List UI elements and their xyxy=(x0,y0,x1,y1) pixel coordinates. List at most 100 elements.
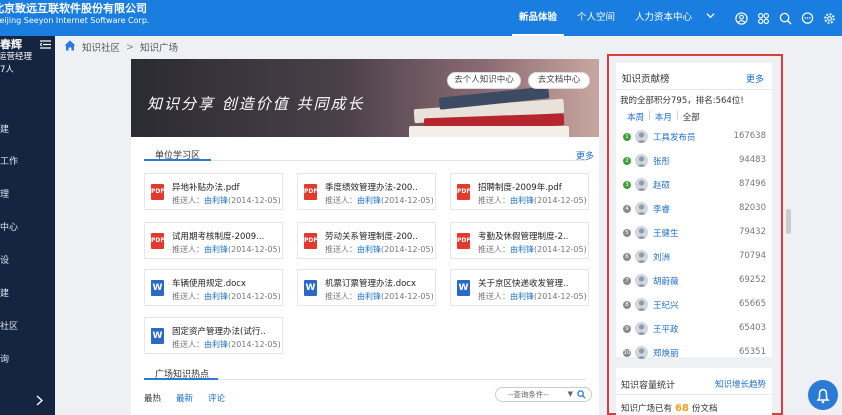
avatar[interactable] xyxy=(635,298,648,311)
ranking-row[interactable]: 5 王健生 79432 xyxy=(616,223,772,243)
sidebar-item-1[interactable]: 建 xyxy=(0,122,9,135)
user-name[interactable]: 工具发布员 xyxy=(653,131,696,143)
nav-personal-space[interactable]: 个人空间 xyxy=(570,0,622,36)
sidebar-item-4[interactable]: 中心 xyxy=(0,220,18,233)
sidebar-item-knowledge-community[interactable]: 社区 xyxy=(0,319,18,332)
user-circle-icon[interactable] xyxy=(735,11,748,25)
avatar[interactable] xyxy=(635,346,648,359)
tab-comments[interactable]: 评论 xyxy=(208,392,225,404)
avatar[interactable] xyxy=(635,130,648,143)
ranking-row[interactable]: 4 李睿 82030 xyxy=(616,199,772,219)
ranking-row[interactable]: 8 王纪兴 65665 xyxy=(616,295,772,315)
vertical-scrollbar[interactable] xyxy=(786,59,791,415)
document-card[interactable]: W 车辆使用规定.docx 推送人：由利锋(2014-12-05) xyxy=(144,269,283,306)
avatar[interactable] xyxy=(635,178,648,191)
document-card[interactable]: W 关于京区快递收发管理.. 推送人：由利锋(2014-12-05) xyxy=(450,269,589,306)
goto-personal-knowledge-button[interactable]: 去个人知识中心 xyxy=(447,72,521,89)
nav-new-product[interactable]: 新品体验 xyxy=(512,0,565,36)
tab-hottest[interactable]: 最热 xyxy=(144,392,161,404)
tab-this-month[interactable]: 本月 xyxy=(655,111,672,123)
sidebar-item-5[interactable]: 设 xyxy=(0,253,9,266)
ranking-row[interactable]: 7 胡蔚薇 69252 xyxy=(616,271,772,291)
avatar[interactable] xyxy=(635,322,648,335)
notification-bell-button[interactable] xyxy=(808,380,838,410)
document-card[interactable]: PDF 考勤及休假管理制度-2.. 推送人：由利锋(2014-12-05) xyxy=(450,222,589,259)
sender-name[interactable]: 由利锋 xyxy=(510,245,534,254)
sidebar-item-6[interactable]: 建 xyxy=(0,286,9,299)
sidebar-item-8[interactable]: 询 xyxy=(0,352,9,365)
document-name[interactable]: 机票订票管理办法.docx xyxy=(325,277,416,289)
document-card[interactable]: W 机票订票管理办法.docx 推送人：由利锋(2014-12-05) xyxy=(297,269,436,306)
document-name[interactable]: 劳动关系管理制度-200.. xyxy=(325,230,418,242)
avatar[interactable] xyxy=(635,274,648,287)
document-name[interactable]: 关于京区快递收发管理.. xyxy=(478,277,568,289)
sidebar-item-3[interactable]: 理 xyxy=(0,187,9,200)
avatar[interactable] xyxy=(635,250,648,263)
document-name[interactable]: 车辆使用规定.docx xyxy=(172,277,246,289)
sender-name[interactable]: 由利锋 xyxy=(357,292,381,301)
sender-name[interactable]: 由利锋 xyxy=(204,292,228,301)
user-name[interactable]: 胡蔚薇 xyxy=(653,275,679,287)
goto-doc-center-button[interactable]: 去文档中心 xyxy=(528,72,590,89)
ranking-more-link[interactable]: 更多 xyxy=(746,72,764,85)
company-logo[interactable]: 北京致远互联软件股份有限公司 Beijing Seeyon Internet S… xyxy=(0,3,149,27)
document-name[interactable]: 考勤及休假管理制度-2.. xyxy=(478,230,568,242)
home-icon[interactable] xyxy=(64,40,76,54)
gear-icon[interactable] xyxy=(823,12,836,25)
collapse-menu-icon[interactable] xyxy=(39,40,51,49)
sender-name[interactable]: 由利锋 xyxy=(204,196,228,205)
chat-icon[interactable] xyxy=(801,11,814,25)
unit-study-more-link[interactable]: 更多 xyxy=(576,149,594,162)
user-name[interactable]: 王纪兴 xyxy=(653,299,679,311)
search-icon[interactable] xyxy=(577,390,586,399)
user-name[interactable]: 赵硕 xyxy=(653,179,670,191)
user-name[interactable]: 郑焕丽 xyxy=(653,347,679,359)
caret-down-icon: ▼ xyxy=(567,390,573,398)
growth-trend-link[interactable]: 知识增长趋势 xyxy=(715,378,766,390)
document-card[interactable]: W 固定资产管理办法(试行.. 推送人：由利锋(2014-12-05) xyxy=(144,317,283,354)
sidebar-item-2[interactable]: 工作 xyxy=(0,154,18,167)
sender-name[interactable]: 由利锋 xyxy=(204,340,228,349)
user-name[interactable]: 张彤 xyxy=(653,155,670,167)
document-card[interactable]: PDF 异地补贴办法.pdf 推送人：由利锋(2014-12-05) xyxy=(144,173,283,210)
document-name[interactable]: 招聘制度-2009年.pdf xyxy=(478,181,562,193)
nav-hr-center[interactable]: 人力资本中心 xyxy=(628,0,699,36)
document-card[interactable]: PDF 招聘制度-2009年.pdf 推送人：由利锋(2014-12-05) xyxy=(450,173,589,210)
tab-newest[interactable]: 最新 xyxy=(176,392,193,404)
document-card[interactable]: PDF 试用期考核制度-2009... 推送人：由利锋(2014-12-05) xyxy=(144,222,283,259)
ranking-row[interactable]: 1 工具发布员 167638 xyxy=(616,127,772,147)
nav-more-chevron-icon[interactable] xyxy=(699,0,722,36)
apps-grid-icon[interactable] xyxy=(757,12,770,25)
document-name[interactable]: 异地补贴办法.pdf xyxy=(172,181,240,193)
document-name[interactable]: 季度绩效管理办法-200.. xyxy=(325,181,418,193)
tab-all[interactable]: 全部 xyxy=(683,111,700,123)
avatar[interactable] xyxy=(635,202,648,215)
ranking-row[interactable]: 6 刘洲 70794 xyxy=(616,247,772,267)
query-condition-select[interactable]: --查询条件-- ▼ xyxy=(495,387,592,402)
sender-name[interactable]: 由利锋 xyxy=(204,245,228,254)
scrollbar-thumb[interactable] xyxy=(786,209,791,234)
user-name[interactable]: 王健生 xyxy=(653,227,679,239)
ranking-row[interactable]: 2 张彤 94483 xyxy=(616,151,772,171)
search-icon[interactable] xyxy=(779,12,792,25)
user-name[interactable]: 刘洲 xyxy=(653,251,670,263)
sender-name[interactable]: 由利锋 xyxy=(357,196,381,205)
user-name[interactable]: 李睿 xyxy=(653,203,670,215)
avatar[interactable] xyxy=(635,154,648,167)
avatar[interactable] xyxy=(635,226,648,239)
sender-name[interactable]: 由利锋 xyxy=(357,245,381,254)
tab-this-week[interactable]: 本周 xyxy=(627,111,644,123)
user-name[interactable]: 王平政 xyxy=(653,323,679,335)
document-card[interactable]: PDF 劳动关系管理制度-200.. 推送人：由利锋(2014-12-05) xyxy=(297,222,436,259)
ranking-row[interactable]: 9 王平政 65403 xyxy=(616,319,772,339)
document-name[interactable]: 试用期考核制度-2009... xyxy=(172,230,264,242)
ranking-row[interactable]: 10 郑焕丽 65351 xyxy=(616,343,772,363)
chevron-right-icon[interactable] xyxy=(36,395,44,409)
ranking-row[interactable]: 3 赵硕 87496 xyxy=(616,175,772,195)
document-card[interactable]: PDF 季度绩效管理办法-200.. 推送人：由利锋(2014-12-05) xyxy=(297,173,436,210)
sender-name[interactable]: 由利锋 xyxy=(510,196,534,205)
stat-prefix: 知识广场已有 xyxy=(621,404,673,414)
document-name[interactable]: 固定资产管理办法(试行.. xyxy=(172,325,266,337)
breadcrumb-knowledge-community[interactable]: 知识社区 xyxy=(82,40,120,54)
sender-name[interactable]: 由利锋 xyxy=(510,292,534,301)
